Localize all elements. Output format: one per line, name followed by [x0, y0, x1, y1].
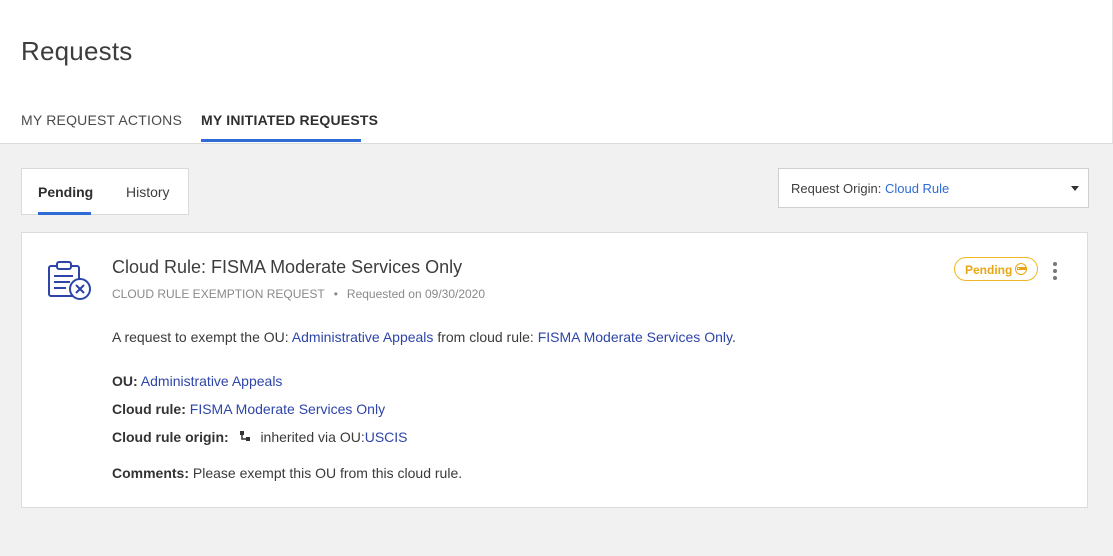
cloud-rule-origin-field: Cloud rule origin: inherited via OU:USCI…	[112, 429, 408, 445]
description-rule-link[interactable]: FISMA Moderate Services Only	[538, 329, 732, 345]
tab-my-initiated-requests[interactable]: MY INITIATED REQUESTS	[201, 112, 378, 128]
request-date: Requested on 09/30/2020	[346, 287, 486, 301]
request-title: Cloud Rule: FISMA Moderate Services Only	[112, 257, 463, 277]
hierarchy-icon	[239, 430, 253, 444]
request-origin-label: Request Origin: Cloud Rule	[791, 181, 949, 196]
caret-down-icon	[1071, 186, 1079, 191]
request-origin-value: Cloud Rule	[884, 181, 950, 196]
origin-text: inherited via OU:	[260, 429, 365, 445]
status-badge: Pending	[954, 257, 1038, 281]
request-card: Cloud Rule: FISMA Moderate Services Only…	[21, 232, 1088, 508]
origin-ou-link[interactable]: USCIS	[365, 429, 408, 445]
active-subtab-indicator	[38, 212, 91, 215]
page-title: Requests	[21, 36, 133, 66]
description-ou-link[interactable]: Administrative Appeals	[292, 329, 434, 345]
cloud-rule-link[interactable]: FISMA Moderate Services Only	[190, 401, 385, 417]
description-prefix: A request to exempt the OU:	[112, 329, 289, 345]
request-origin-select[interactable]: Request Origin: Cloud Rule	[778, 168, 1089, 208]
request-type: CLOUD RULE EXEMPTION REQUEST	[112, 287, 325, 301]
ou-label: OU:	[112, 373, 138, 389]
cloud-rule-label: Cloud rule:	[112, 401, 186, 417]
request-meta: CLOUD RULE EXEMPTION REQUEST • Requested o…	[112, 287, 485, 301]
kebab-menu-icon[interactable]	[1050, 261, 1060, 281]
tab-history[interactable]: History	[126, 184, 170, 200]
status-tabs: Pending History	[21, 168, 189, 215]
description-suffix: .	[731, 329, 736, 345]
request-description: A request to exempt the OU: Administrati…	[112, 329, 736, 345]
tab-pending[interactable]: Pending	[38, 184, 93, 200]
more-circle-icon	[1015, 263, 1027, 275]
cloud-rule-field: Cloud rule: FISMA Moderate Services Only	[112, 401, 385, 417]
ou-field: OU: Administrative Appeals	[112, 373, 282, 389]
comments-value: Please exempt this OU from this cloud ru…	[192, 465, 463, 481]
comments-field: Comments: Please exempt this OU from thi…	[112, 465, 462, 481]
status-text: Pending	[965, 263, 1013, 277]
ou-link[interactable]: Administrative Appeals	[141, 373, 283, 389]
request-origin-label-text: Request Origin:	[791, 181, 882, 196]
page-header: Requests MY REQUEST ACTIONS MY INITIATED…	[0, 0, 1113, 144]
description-middle: from cloud rule:	[437, 329, 534, 345]
meta-separator: •	[333, 287, 338, 301]
active-tab-indicator	[201, 139, 361, 142]
tab-my-request-actions[interactable]: MY REQUEST ACTIONS	[21, 112, 182, 128]
cloud-rule-origin-label: Cloud rule origin:	[112, 429, 229, 445]
comments-label: Comments:	[112, 465, 190, 481]
clipboard-x-icon	[46, 261, 94, 301]
